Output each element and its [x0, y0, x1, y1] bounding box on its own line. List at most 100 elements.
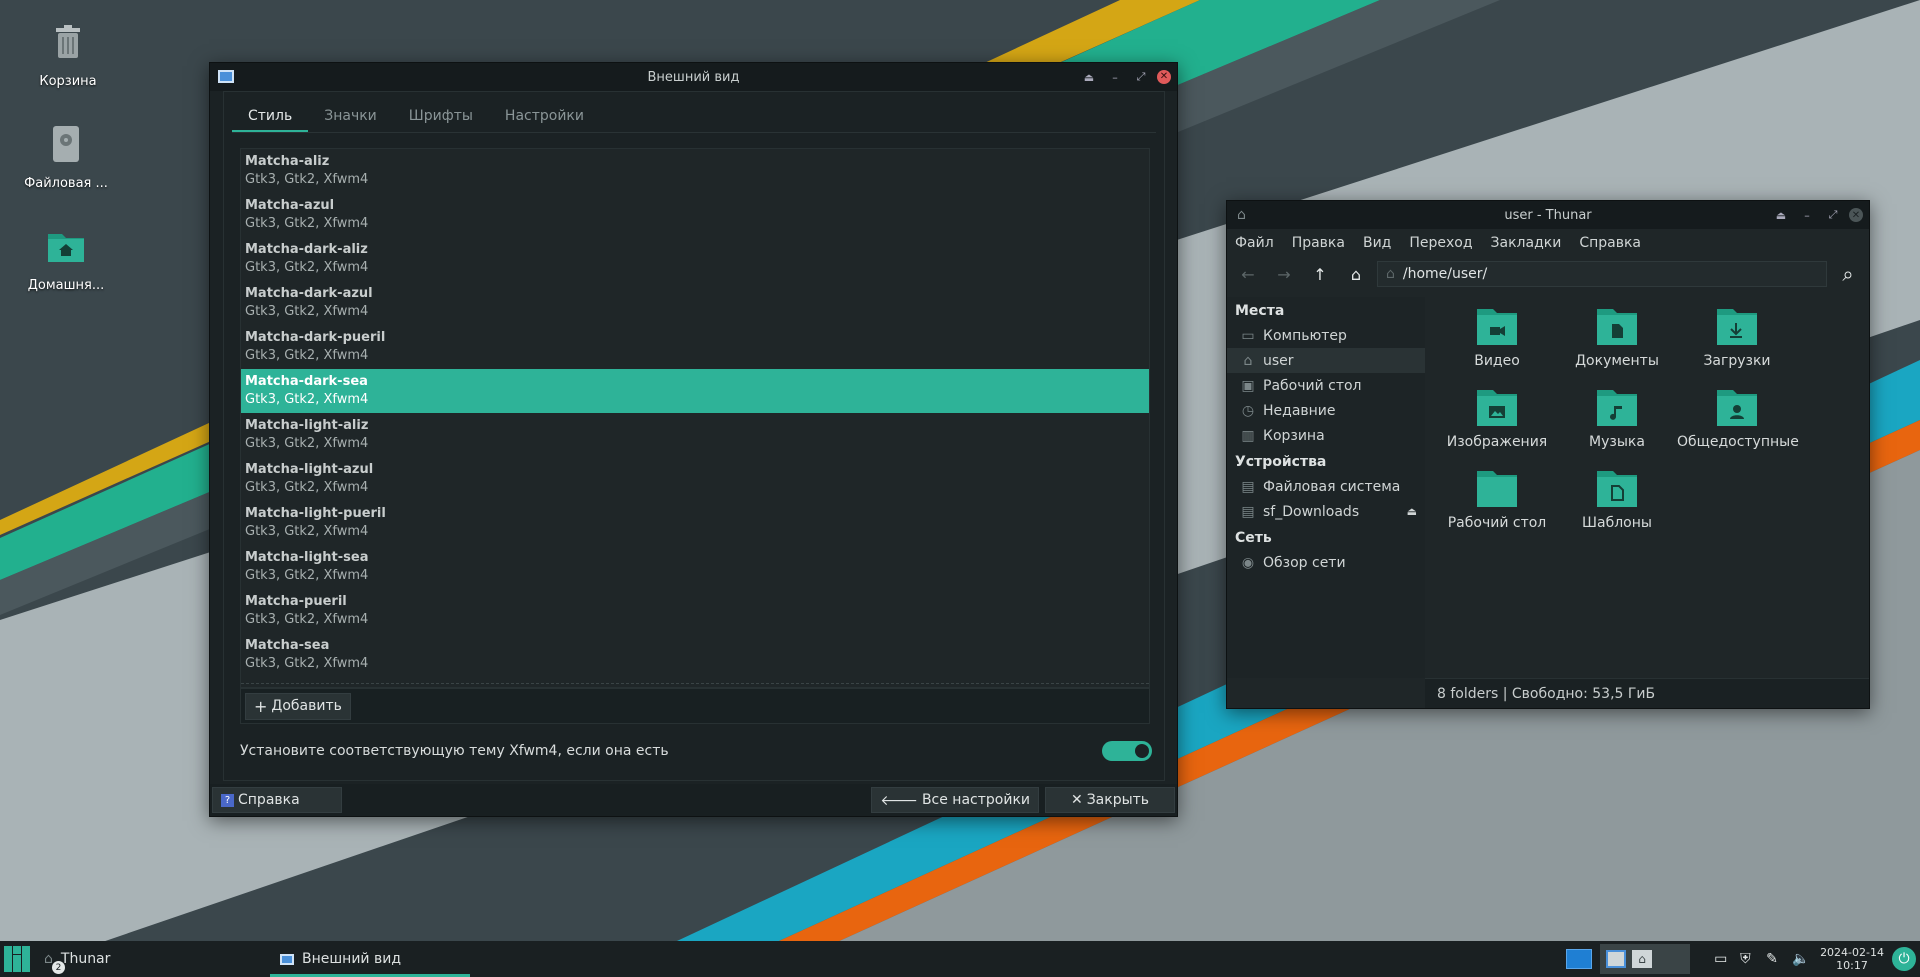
theme-row[interactable]: Matcha-pueril Gtk3, Gtk2, Xfwm4	[241, 589, 1149, 633]
home-icon: ⌂ 2	[44, 951, 65, 974]
location-bar[interactable]: ⌂ /home/user/	[1377, 261, 1827, 287]
window-app-icon	[280, 953, 294, 965]
theme-support: Gtk3, Gtk2, Xfwm4	[245, 656, 369, 671]
folder-item[interactable]: Загрузки	[1677, 305, 1797, 369]
theme-row[interactable]: Matcha-dark-sea Gtk3, Gtk2, Xfwm4	[241, 369, 1149, 413]
appearance-titlebar[interactable]: Внешний вид ⏏ – ⤢ ✕	[210, 63, 1177, 91]
close-button[interactable]: ✕ Закрыть	[1045, 787, 1175, 813]
sidebar-item-label: Недавние	[1263, 402, 1336, 419]
all-settings-button[interactable]: 🡐 Все настройки	[871, 787, 1039, 813]
sidebar-item[interactable]: ▥ Корзина	[1227, 423, 1425, 448]
theme-row[interactable]: Matcha-dark-aliz Gtk3, Gtk2, Xfwm4	[241, 237, 1149, 281]
up-icon[interactable]: ↑	[1305, 260, 1335, 288]
theme-row[interactable]: Matcha-light-sea Gtk3, Gtk2, Xfwm4	[241, 545, 1149, 589]
sidebar-item[interactable]: ▭ Компьютер	[1227, 323, 1425, 348]
maximize-icon[interactable]: ⤢	[1131, 67, 1151, 87]
task-thunar[interactable]: ⌂ 2 Thunar	[34, 941, 234, 977]
theme-row[interactable]: Matcha-light-azul Gtk3, Gtk2, Xfwm4	[241, 457, 1149, 501]
menu-edit[interactable]: Правка	[1292, 235, 1345, 251]
shade-icon[interactable]: ⏏	[1079, 67, 1099, 87]
list-cutoff	[241, 683, 1149, 687]
sidebar-item[interactable]: ▤ Файловая система	[1227, 474, 1425, 499]
sidebar-item-label: user	[1263, 352, 1294, 369]
sidebar-item-label: Рабочий стол	[1263, 377, 1362, 394]
desktop-icon-trash[interactable]: Корзина	[8, 20, 128, 89]
downloads-folder-icon	[1717, 309, 1757, 345]
sidebar-item[interactable]: ▤ sf_Downloads ⏏	[1227, 499, 1425, 524]
close-x-icon: ✕	[1070, 792, 1083, 808]
tab-icons[interactable]: Значки	[308, 100, 393, 132]
theme-support: Gtk3, Gtk2, Xfwm4	[245, 436, 369, 451]
folder-item[interactable]: Музыка	[1557, 386, 1677, 450]
theme-row[interactable]: Matcha-azul Gtk3, Gtk2, Xfwm4	[241, 193, 1149, 237]
back-icon[interactable]: ←	[1233, 260, 1263, 288]
folder-item[interactable]: Документы	[1557, 305, 1677, 369]
home-icon: ⌂	[1243, 352, 1253, 369]
tab-fonts[interactable]: Шрифты	[393, 100, 489, 132]
theme-row[interactable]: Matcha-sea Gtk3, Gtk2, Xfwm4	[241, 633, 1149, 677]
close-icon[interactable]: ✕	[1157, 70, 1171, 84]
sidebar-item[interactable]: ▣ Рабочий стол	[1227, 373, 1425, 398]
folder-item[interactable]: Рабочий стол	[1437, 467, 1557, 531]
eject-icon[interactable]: ⏏	[1407, 505, 1417, 518]
tab-settings[interactable]: Настройки	[489, 100, 600, 132]
shade-icon[interactable]: ⏏	[1771, 205, 1791, 225]
desktop-icon-filesystem[interactable]: Файловая ...	[6, 122, 126, 191]
minimize-icon[interactable]: –	[1797, 205, 1817, 225]
clip-icon[interactable]: ✎	[1766, 951, 1784, 967]
menu-file[interactable]: Файл	[1235, 235, 1274, 251]
home-icon[interactable]: ⌂	[1341, 260, 1371, 288]
xfwm-toggle[interactable]	[1102, 741, 1152, 761]
menu-help[interactable]: Справка	[1579, 235, 1641, 251]
tab-style[interactable]: Стиль	[232, 100, 309, 132]
sidebar-item[interactable]: ◉ Обзор сети	[1227, 550, 1425, 575]
minimize-icon[interactable]: –	[1105, 67, 1125, 87]
workspace-2[interactable]: ⌂	[1600, 944, 1691, 974]
file-view[interactable]: Видео Документы Загрузки Изображения Музыка О…	[1425, 297, 1869, 678]
maximize-icon[interactable]: ⤢	[1823, 205, 1843, 225]
folder-label: Документы	[1575, 353, 1659, 369]
power-icon[interactable]: ⏻	[1892, 947, 1916, 971]
xfwm-option-label: Установите соответствующую тему Xfwm4, е…	[240, 743, 669, 759]
theme-row[interactable]: Matcha-aliz Gtk3, Gtk2, Xfwm4	[241, 149, 1149, 193]
sidebar-header-network: Сеть	[1235, 530, 1272, 546]
notification-icon[interactable]: ▭	[1714, 951, 1732, 967]
help-button[interactable]: ? Справка	[212, 787, 342, 813]
theme-row[interactable]: Matcha-dark-pueril Gtk3, Gtk2, Xfwm4	[241, 325, 1149, 369]
shield-icon[interactable]: ⛨	[1740, 951, 1758, 967]
clock-time: 10:17	[1836, 959, 1868, 972]
close-icon[interactable]: ✕	[1849, 208, 1863, 222]
desktop-icon-home[interactable]: Домашня...	[6, 224, 126, 293]
menu-view[interactable]: Вид	[1363, 235, 1391, 251]
sidebar-item[interactable]: ◷ Недавние	[1227, 398, 1425, 423]
folder-item[interactable]: Шаблоны	[1557, 467, 1677, 531]
theme-row[interactable]: Matcha-light-aliz Gtk3, Gtk2, Xfwm4	[241, 413, 1149, 457]
theme-row[interactable]: Matcha-dark-azul Gtk3, Gtk2, Xfwm4	[241, 281, 1149, 325]
menu-bookmarks[interactable]: Закладки	[1491, 235, 1562, 251]
task-appearance[interactable]: Внешний вид	[270, 941, 470, 977]
clock-date: 2024-02-14	[1820, 946, 1884, 959]
theme-list[interactable]: Matcha-aliz Gtk3, Gtk2, Xfwm4 Matcha-azul G…	[240, 148, 1150, 688]
task-label: Thunar	[60, 951, 111, 967]
theme-support: Gtk3, Gtk2, Xfwm4	[245, 524, 369, 539]
thunar-titlebar[interactable]: ⌂ user - Thunar ⏏ – ⤢ ✕	[1227, 201, 1869, 229]
app-menu-button[interactable]	[0, 941, 34, 977]
volume-icon[interactable]: 🔈	[1792, 951, 1812, 967]
folder-item[interactable]: Общедоступные	[1677, 386, 1799, 450]
menu-go[interactable]: Переход	[1409, 235, 1472, 251]
add-button[interactable]: + Добавить	[245, 692, 351, 720]
folder-item[interactable]: Видео	[1437, 305, 1557, 369]
sidebar-item[interactable]: ⌂ user	[1227, 348, 1425, 373]
computer-icon: ▭	[1241, 327, 1255, 344]
pictures-folder-icon	[1477, 390, 1517, 426]
search-icon[interactable]: ⌕	[1833, 260, 1863, 288]
forward-icon[interactable]: →	[1269, 260, 1299, 288]
clock[interactable]: 2024-02-14 10:17	[1820, 946, 1884, 972]
folder-item[interactable]: Изображения	[1437, 386, 1557, 450]
theme-name: Matcha-sea	[245, 638, 330, 653]
folder-label: Загрузки	[1703, 353, 1771, 369]
theme-row[interactable]: Matcha-light-pueril Gtk3, Gtk2, Xfwm4	[241, 501, 1149, 545]
sidebar-item-label: Обзор сети	[1263, 554, 1346, 571]
workspace-1[interactable]	[1566, 949, 1593, 969]
desktop-icon-label: Корзина	[39, 74, 97, 89]
